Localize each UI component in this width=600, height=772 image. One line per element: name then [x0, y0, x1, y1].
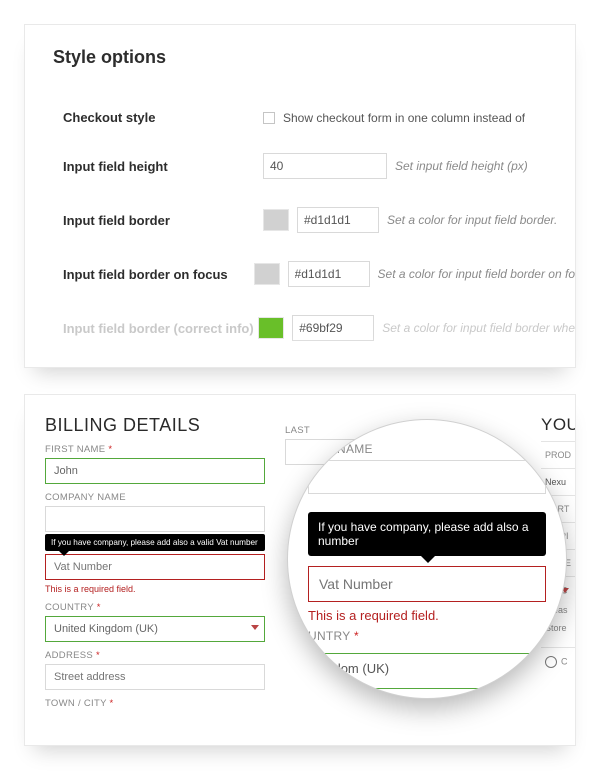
vat-field-small[interactable]: [45, 554, 265, 580]
label-town: TOWN / CITY *: [45, 698, 265, 709]
vat-tooltip-small: If you have company, please add also a v…: [45, 534, 265, 551]
hint: Set input field height (px): [395, 159, 528, 173]
label-address: ADDRESS *: [45, 650, 265, 661]
label: Input field border: [63, 213, 263, 228]
row-input-border: Input field border Set a color for input…: [63, 193, 575, 247]
settings-body: Checkout style Show checkout form in one…: [43, 84, 575, 355]
row-input-border-correct: Input field border (correct info) Set a …: [63, 301, 575, 355]
magnifier-lens: ANY NAME If you have company, please add…: [287, 419, 567, 699]
color-swatch[interactable]: [258, 317, 284, 339]
mag-label-country: UNTRY *: [308, 629, 546, 643]
label: Input field height: [63, 159, 263, 174]
hint: Set a color for input field border on fo: [378, 267, 575, 281]
panel-title: Style options: [25, 45, 575, 84]
mag-last-name-field[interactable]: [308, 460, 546, 494]
vat-tooltip: If you have company, please add also a n…: [308, 512, 546, 556]
address-field[interactable]: [45, 664, 265, 690]
style-options-panel: Style options Checkout style Show checko…: [24, 24, 576, 368]
checkbox-one-column[interactable]: [263, 112, 275, 124]
vat-error: This is a required field.: [308, 608, 546, 623]
label: Input field border on focus: [63, 267, 254, 282]
company-field[interactable]: [45, 506, 265, 532]
label: Checkout style: [63, 110, 263, 125]
list-item: PROD: [541, 441, 575, 468]
row-input-height: Input field height Set input field heigh…: [63, 139, 575, 193]
row-checkout-style: Checkout style Show checkout form in one…: [63, 96, 575, 139]
payment-radio[interactable]: C: [541, 647, 575, 676]
mag-country-select[interactable]: ngdom (UK): [308, 653, 546, 689]
color-swatch[interactable]: [254, 263, 280, 285]
checkbox-label: Show checkout form in one column instead…: [283, 111, 525, 125]
billing-title: BILLING DETAILS: [45, 415, 265, 436]
color-value[interactable]: [288, 261, 370, 287]
label-first-name: FIRST NAME *: [45, 444, 265, 455]
label-company: COMPANY NAME: [45, 492, 265, 503]
label-country: COUNTRY *: [45, 602, 265, 613]
vat-field[interactable]: [308, 566, 546, 602]
checkout-preview-panel: BILLING DETAILS FIRST NAME * COMPANY NAM…: [24, 394, 576, 746]
hint: Set a color for input field border whe: [382, 321, 575, 335]
input-field-height[interactable]: [263, 153, 387, 179]
color-value[interactable]: [297, 207, 379, 233]
vat-error-small: This is a required field.: [45, 584, 265, 594]
billing-column: BILLING DETAILS FIRST NAME * COMPANY NAM…: [45, 415, 265, 709]
color-swatch[interactable]: [263, 209, 289, 231]
sidebar-title: YOU: [541, 415, 575, 435]
row-input-border-focus: Input field border on focus Set a color …: [63, 247, 575, 301]
first-name-field[interactable]: [45, 458, 265, 484]
country-select[interactable]: [45, 616, 265, 642]
label: Input field border (correct info): [63, 321, 258, 336]
color-value[interactable]: [292, 315, 374, 341]
hint: Set a color for input field border.: [387, 213, 557, 227]
